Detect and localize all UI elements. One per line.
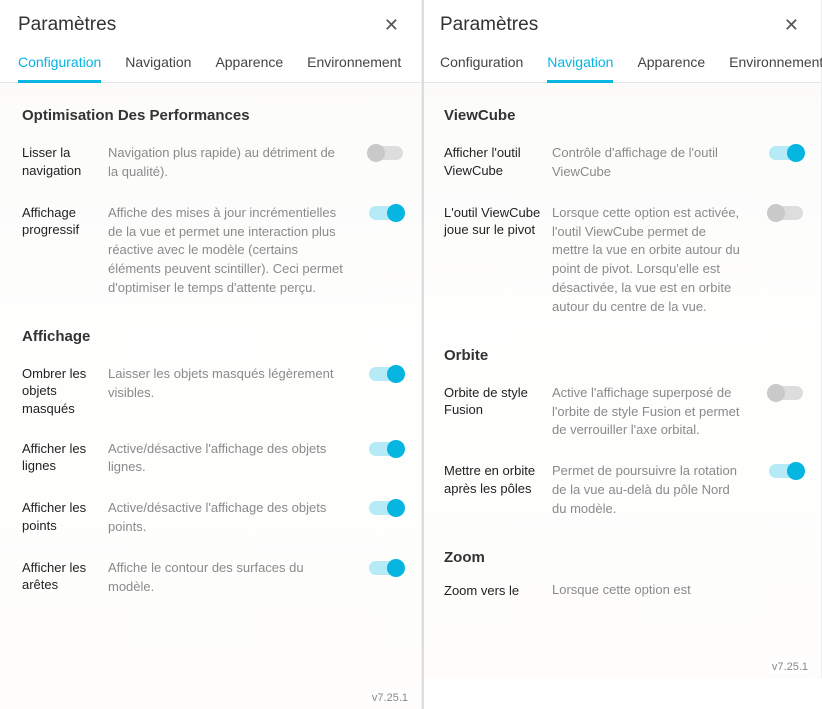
setting-label: Mettre en orbite après les pôles bbox=[444, 462, 544, 497]
tab-navigation[interactable]: Navigation bbox=[125, 46, 191, 82]
setting-desc: Laisser les objets masqués légèrement vi… bbox=[108, 365, 351, 403]
setting-label: Affichage progressif bbox=[22, 204, 100, 239]
toggle-progressive-display[interactable] bbox=[369, 206, 403, 220]
tab-environnement[interactable]: Environnement bbox=[729, 46, 822, 82]
setting-label: L'outil ViewCube joue sur le pivot bbox=[444, 204, 544, 239]
setting-desc: Active l'affichage superposé de l'orbite… bbox=[552, 384, 751, 441]
panel-content: ViewCube Afficher l'outil ViewCube Contr… bbox=[422, 83, 821, 678]
tab-apparence[interactable]: Apparence bbox=[637, 46, 705, 82]
tabs-bar: Configuration Navigation Apparence Envir… bbox=[422, 46, 821, 83]
setting-row: Affichage progressif Affiche des mises à… bbox=[0, 194, 421, 310]
settings-panel-configuration: Paramètres ✕ Configuration Navigation Ap… bbox=[0, 0, 422, 709]
tab-navigation[interactable]: Navigation bbox=[547, 46, 613, 83]
toggle-viewcube-pivot[interactable] bbox=[769, 206, 803, 220]
panel-header: Paramètres ✕ bbox=[422, 0, 821, 46]
setting-label: Orbite de style Fusion bbox=[444, 384, 544, 419]
toggle-ghost-hidden[interactable] bbox=[369, 367, 403, 381]
tab-apparence[interactable]: Apparence bbox=[215, 46, 283, 82]
setting-desc: Lorsque cette option est activée, l'outi… bbox=[552, 204, 751, 317]
setting-row: L'outil ViewCube joue sur le pivot Lorsq… bbox=[422, 194, 821, 329]
version-label: v7.25.1 bbox=[769, 660, 811, 674]
tab-configuration[interactable]: Configuration bbox=[440, 46, 523, 82]
section-title: ViewCube bbox=[422, 89, 821, 134]
setting-row: Mettre en orbite après les pôles Permet … bbox=[422, 452, 821, 531]
setting-row: Afficher les lignes Active/désactive l'a… bbox=[0, 430, 421, 490]
setting-desc: Contrôle d'affichage de l'outil ViewCube bbox=[552, 144, 751, 182]
settings-panel-navigation: Paramètres ✕ Configuration Navigation Ap… bbox=[422, 0, 822, 678]
setting-row: Afficher les points Active/désactive l'a… bbox=[0, 489, 421, 549]
toggle-show-viewcube[interactable] bbox=[769, 146, 803, 160]
section-title: Optimisation Des Performances bbox=[0, 89, 421, 134]
toggle-show-points[interactable] bbox=[369, 501, 403, 515]
setting-desc: Permet de poursuivre la rotation de la v… bbox=[552, 462, 751, 519]
toggle-show-lines[interactable] bbox=[369, 442, 403, 456]
panel-header: Paramètres ✕ bbox=[0, 0, 421, 46]
section-title: Orbite bbox=[422, 329, 821, 374]
setting-label: Lisser la navigation bbox=[22, 144, 100, 179]
setting-desc: Affiche le contour des surfaces du modèl… bbox=[108, 559, 351, 597]
panel-title: Paramètres bbox=[18, 14, 116, 36]
setting-row: Ombrer les objets masqués Laisser les ob… bbox=[0, 355, 421, 430]
setting-label: Afficher les points bbox=[22, 499, 100, 534]
setting-label: Afficher les lignes bbox=[22, 440, 100, 475]
section-title: Zoom bbox=[422, 531, 821, 576]
setting-desc: Active/désactive l'affichage des objets … bbox=[108, 499, 351, 537]
toggle-orbit-past-poles[interactable] bbox=[769, 464, 803, 478]
setting-row: Afficher les arêtes Affiche le contour d… bbox=[0, 549, 421, 609]
setting-row: Orbite de style Fusion Active l'affichag… bbox=[422, 374, 821, 453]
tab-configuration[interactable]: Configuration bbox=[18, 46, 101, 83]
setting-row: Lisser la navigation Navigation plus rap… bbox=[0, 134, 421, 194]
setting-row: Afficher l'outil ViewCube Contrôle d'aff… bbox=[422, 134, 821, 194]
close-icon[interactable]: ✕ bbox=[380, 14, 403, 36]
panel-content: Optimisation Des Performances Lisser la … bbox=[0, 83, 421, 709]
setting-desc: Affiche des mises à jour incrémentielles… bbox=[108, 204, 351, 298]
setting-label: Afficher les arêtes bbox=[22, 559, 100, 594]
close-icon[interactable]: ✕ bbox=[780, 14, 803, 36]
setting-desc: Lorsque cette option est bbox=[552, 582, 691, 600]
setting-label: Zoom vers le bbox=[444, 582, 544, 600]
toggle-show-edges[interactable] bbox=[369, 561, 403, 575]
version-label: v7.25.1 bbox=[369, 691, 411, 705]
setting-desc: Active/désactive l'affichage des objets … bbox=[108, 440, 351, 478]
setting-label: Ombrer les objets masqués bbox=[22, 365, 100, 418]
toggle-smooth-navigation[interactable] bbox=[369, 146, 403, 160]
setting-row-cutoff: Zoom vers le Lorsque cette option est bbox=[422, 576, 821, 600]
section-title: Affichage bbox=[0, 310, 421, 355]
setting-label: Afficher l'outil ViewCube bbox=[444, 144, 544, 179]
tab-environnement[interactable]: Environnement bbox=[307, 46, 401, 82]
tabs-bar: Configuration Navigation Apparence Envir… bbox=[0, 46, 421, 83]
toggle-fusion-orbit[interactable] bbox=[769, 386, 803, 400]
setting-desc: Navigation plus rapide) au détriment de … bbox=[108, 144, 351, 182]
panel-title: Paramètres bbox=[440, 14, 538, 36]
